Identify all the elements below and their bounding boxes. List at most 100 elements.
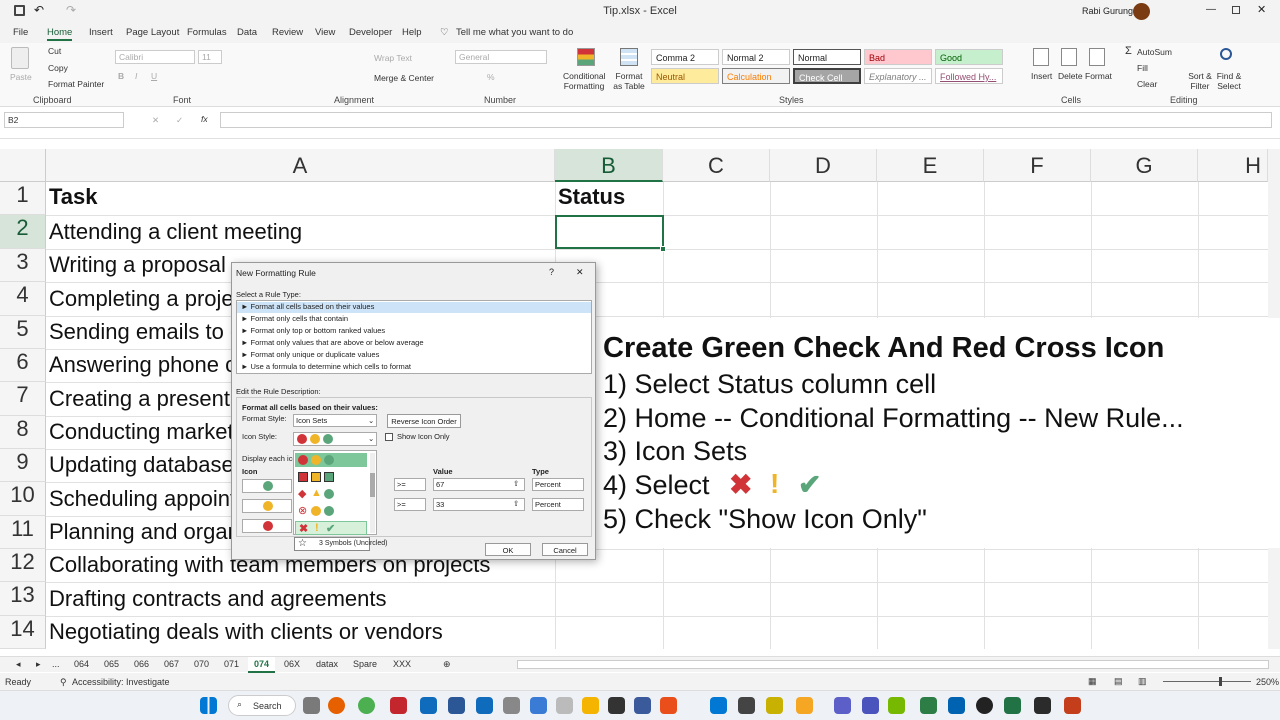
column-header-g[interactable]: G bbox=[1091, 149, 1198, 182]
add-sheet-icon[interactable]: ⊕ bbox=[443, 659, 451, 670]
tab-developer[interactable]: Developer bbox=[349, 27, 392, 38]
show-icon-only-label[interactable]: Show Icon Only bbox=[397, 432, 450, 441]
cell-b1[interactable]: Status bbox=[555, 184, 625, 210]
app-icon[interactable] bbox=[556, 697, 573, 714]
row-header[interactable]: 7 bbox=[0, 382, 46, 416]
tell-me-search[interactable]: Tell me what you want to do bbox=[456, 27, 573, 38]
icon-set-option[interactable]: ◆ ▲ bbox=[295, 487, 367, 501]
copy-button[interactable]: Copy bbox=[48, 63, 68, 73]
zoom-slider-thumb[interactable] bbox=[1219, 677, 1222, 686]
terminal-icon[interactable] bbox=[1034, 697, 1051, 714]
row-header[interactable]: 14 bbox=[0, 616, 46, 649]
format-cells-icon[interactable] bbox=[1089, 48, 1105, 66]
horizontal-scrollbar[interactable] bbox=[517, 660, 1269, 669]
app-icon[interactable] bbox=[948, 697, 965, 714]
accessibility-status[interactable]: Accessibility: Investigate bbox=[72, 677, 170, 687]
operator-1-select[interactable]: >= bbox=[394, 478, 426, 491]
rule-type-item[interactable]: ► Format only values that are above or b… bbox=[241, 338, 424, 347]
cell-a4[interactable]: Completing a project bbox=[46, 286, 251, 312]
column-header-c[interactable]: C bbox=[663, 149, 770, 182]
rule-type-item[interactable]: ► Format only top or bottom ranked value… bbox=[241, 326, 385, 335]
icon-3-select[interactable] bbox=[242, 519, 292, 533]
sheet-tab[interactable]: ... bbox=[52, 659, 60, 669]
sheet-tab[interactable]: XXX bbox=[393, 659, 411, 669]
cell-a2[interactable]: Attending a client meeting bbox=[46, 219, 302, 245]
tab-file[interactable]: File bbox=[13, 27, 28, 38]
autosum-icon[interactable]: Σ bbox=[1125, 45, 1132, 57]
confirm-entry-icon[interactable]: ✓ bbox=[176, 115, 183, 126]
clear-button[interactable]: Clear bbox=[1137, 79, 1157, 89]
row-header[interactable]: 13 bbox=[0, 582, 46, 616]
ok-button[interactable]: OK bbox=[485, 543, 531, 556]
taskbar-search[interactable]: ⌕ Search bbox=[228, 695, 296, 716]
row-header[interactable]: 3 bbox=[0, 249, 46, 282]
sort-filter-button[interactable]: Sort & Filter bbox=[1185, 71, 1215, 91]
sheet-tab[interactable]: Spare bbox=[353, 659, 377, 669]
operator-2-select[interactable]: >= bbox=[394, 498, 426, 511]
row-header[interactable]: 9 bbox=[0, 449, 46, 482]
row-header[interactable]: 12 bbox=[0, 549, 46, 582]
number-format-select[interactable]: General bbox=[455, 50, 547, 64]
sheet-tab[interactable]: 067 bbox=[164, 659, 179, 669]
selected-cell-b2[interactable] bbox=[555, 215, 664, 249]
app-icon[interactable] bbox=[634, 697, 651, 714]
column-header-e[interactable]: E bbox=[877, 149, 984, 182]
find-select-button[interactable]: Find & Select bbox=[1214, 71, 1244, 91]
column-header-d[interactable]: D bbox=[770, 149, 877, 182]
zoom-slider[interactable] bbox=[1163, 681, 1251, 682]
cut-button[interactable]: Cut bbox=[48, 46, 61, 56]
conditional-formatting-icon[interactable] bbox=[577, 48, 595, 66]
rule-type-item[interactable]: ► Use a formula to determine which cells… bbox=[241, 362, 411, 371]
app-icon[interactable] bbox=[738, 697, 755, 714]
app-icon[interactable] bbox=[766, 697, 783, 714]
paste-icon[interactable] bbox=[11, 47, 29, 69]
cell-a14[interactable]: Negotiating deals with clients or vendor… bbox=[46, 619, 443, 645]
prev-sheet-icon[interactable]: ◂ bbox=[16, 659, 21, 670]
autosum-button[interactable]: AutoSum bbox=[1137, 47, 1172, 57]
cell-a13[interactable]: Drafting contracts and agreements bbox=[46, 586, 387, 612]
sheet-tab[interactable]: 065 bbox=[104, 659, 119, 669]
font-name-select[interactable]: Calibri bbox=[115, 50, 195, 64]
app-icon[interactable] bbox=[834, 697, 851, 714]
dropdown-scrollbar[interactable] bbox=[370, 453, 375, 533]
tab-formulas[interactable]: Formulas bbox=[187, 27, 227, 38]
powerpoint-icon[interactable] bbox=[1064, 697, 1081, 714]
font-size-select[interactable]: 11 bbox=[198, 50, 222, 64]
range-picker-icon[interactable]: ⇧ bbox=[513, 499, 519, 508]
style-neutral[interactable]: Neutral bbox=[651, 68, 719, 84]
next-sheet-icon[interactable]: ▸ bbox=[36, 659, 41, 670]
tab-home[interactable]: Home bbox=[47, 27, 73, 41]
format-as-table-icon[interactable] bbox=[620, 48, 638, 66]
accessibility-icon[interactable]: ⚲ bbox=[60, 677, 67, 688]
page-break-view-icon[interactable]: ▥ bbox=[1138, 676, 1147, 687]
conditional-formatting-button[interactable]: Conditional Formatting bbox=[563, 71, 606, 91]
vscode-icon[interactable] bbox=[710, 697, 727, 714]
name-box[interactable]: B2 bbox=[4, 112, 124, 128]
percent-button[interactable]: % bbox=[487, 72, 495, 82]
format-as-table-button[interactable]: Format as Table bbox=[611, 71, 647, 91]
app-icon[interactable] bbox=[303, 697, 320, 714]
magnifier-icon[interactable] bbox=[1220, 48, 1232, 60]
style-good[interactable]: Good bbox=[935, 49, 1003, 65]
normal-view-icon[interactable]: ▦ bbox=[1088, 676, 1097, 687]
firefox-icon[interactable] bbox=[328, 697, 345, 714]
tab-help[interactable]: Help bbox=[402, 27, 422, 38]
cell-a1[interactable]: Task bbox=[46, 184, 98, 210]
tab-view[interactable]: View bbox=[315, 27, 335, 38]
sheet-tab[interactable]: 066 bbox=[134, 659, 149, 669]
merge-center-button[interactable]: Merge & Center bbox=[374, 73, 434, 83]
rule-type-item[interactable]: ► Format only unique or duplicate values bbox=[241, 350, 379, 359]
row-header[interactable]: 8 bbox=[0, 416, 46, 449]
style-explanatory[interactable]: Explanatory ... bbox=[864, 68, 932, 84]
icon-1-select[interactable] bbox=[242, 479, 292, 493]
formula-input[interactable] bbox=[220, 112, 1272, 128]
rule-type-item[interactable]: ► Format all cells based on their values bbox=[237, 302, 591, 313]
close-icon[interactable]: ✕ bbox=[1257, 3, 1266, 16]
row-header[interactable]: 2 bbox=[0, 215, 46, 249]
delete-cells-button[interactable]: Delete bbox=[1058, 71, 1083, 81]
icon-set-option[interactable] bbox=[295, 470, 367, 484]
column-header-b[interactable]: B bbox=[555, 149, 663, 182]
style-check-cell[interactable]: Check Cell bbox=[793, 68, 861, 84]
value-2-input[interactable]: 33 bbox=[433, 498, 525, 511]
insert-cells-icon[interactable] bbox=[1033, 48, 1049, 66]
